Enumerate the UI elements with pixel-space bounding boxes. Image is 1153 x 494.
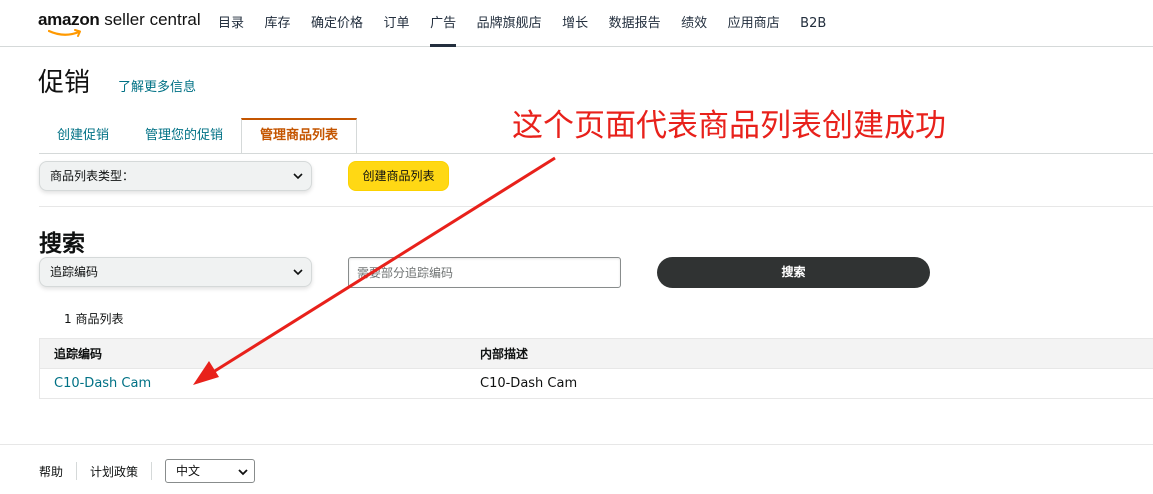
- search-button[interactable]: 搜索: [657, 257, 930, 288]
- list-type-select-value: 商品列表类型：: [50, 169, 135, 183]
- footer-separator: [151, 462, 153, 480]
- nav-catalog[interactable]: 目录: [218, 0, 244, 47]
- chevron-down-icon: [238, 469, 248, 476]
- search-section-title: 搜索: [39, 231, 85, 257]
- tracking-code-search-input[interactable]: [348, 257, 621, 288]
- chevron-down-icon: [293, 269, 303, 276]
- nav-growth[interactable]: 增长: [562, 0, 588, 47]
- language-select-value: 中文: [176, 464, 201, 478]
- annotation-text: 这个页面代表商品列表创建成功: [512, 108, 946, 144]
- logo-text: amazon seller central: [38, 10, 201, 30]
- list-type-select[interactable]: 商品列表类型：: [39, 161, 312, 191]
- column-header-description: 内部描述: [480, 347, 529, 361]
- page-title: 促销: [38, 68, 91, 98]
- nav-b2b[interactable]: B2B: [800, 0, 826, 47]
- logo-brand: amazon: [38, 10, 100, 29]
- nav-app-store[interactable]: 应用商店: [728, 0, 780, 47]
- help-link[interactable]: 帮助: [39, 463, 63, 480]
- result-count: 1 商品列表: [64, 312, 124, 326]
- program-policy-link[interactable]: 计划政策: [90, 463, 138, 480]
- table-row: C10-Dash Cam C10-Dash Cam: [40, 369, 1153, 399]
- nav-reports[interactable]: 数据报告: [609, 0, 661, 47]
- annotation-arrow: [193, 156, 556, 385]
- seller-central-logo[interactable]: amazon seller central: [38, 10, 201, 40]
- search-field-select[interactable]: 追踪编码: [39, 257, 312, 287]
- product-list-table: 追踪编码 内部描述 C10-Dash Cam C10-Dash Cam: [39, 338, 1153, 399]
- promotion-tabs: 创建促销 管理您的促销 管理商品列表: [39, 118, 358, 154]
- nav-stores[interactable]: 品牌旗舰店: [477, 0, 542, 47]
- nav-inventory[interactable]: 库存: [265, 0, 291, 47]
- tab-manage-product-lists[interactable]: 管理商品列表: [241, 118, 358, 154]
- internal-description: C10-Dash Cam: [480, 376, 578, 391]
- tracking-code-link[interactable]: C10-Dash Cam: [54, 369, 151, 398]
- tabs-divider: [39, 153, 1153, 154]
- table-header: 追踪编码 内部描述: [40, 338, 1153, 369]
- footer-divider: [0, 444, 1153, 445]
- amazon-smile-icon: [48, 29, 81, 37]
- tab-manage-promotions[interactable]: 管理您的促销: [127, 118, 241, 154]
- chevron-down-icon: [293, 173, 303, 180]
- section-divider: [39, 206, 1153, 207]
- create-product-list-button[interactable]: 创建商品列表: [348, 161, 449, 191]
- footer-separator: [76, 462, 78, 480]
- logo-suffix: seller central: [99, 10, 201, 29]
- tab-create-promotion[interactable]: 创建促销: [39, 118, 127, 154]
- learn-more-link[interactable]: 了解更多信息: [118, 76, 196, 95]
- column-header-tracking-code: 追踪编码: [54, 347, 103, 361]
- top-navigation-bar: amazon seller central 目录 库存 确定价格 订单 广告 品…: [0, 0, 1153, 47]
- nav-advertising[interactable]: 广告: [430, 0, 457, 47]
- main-nav: 目录 库存 确定价格 订单 广告 品牌旗舰店 增长 数据报告 绩效 应用商店 B…: [218, 0, 847, 47]
- nav-performance[interactable]: 绩效: [681, 0, 707, 47]
- nav-pricing[interactable]: 确定价格: [311, 0, 363, 47]
- nav-orders[interactable]: 订单: [384, 0, 410, 47]
- footer: 帮助 计划政策 中文: [39, 459, 256, 483]
- search-field-select-value: 追踪编码: [50, 265, 99, 279]
- language-select[interactable]: 中文: [165, 459, 256, 483]
